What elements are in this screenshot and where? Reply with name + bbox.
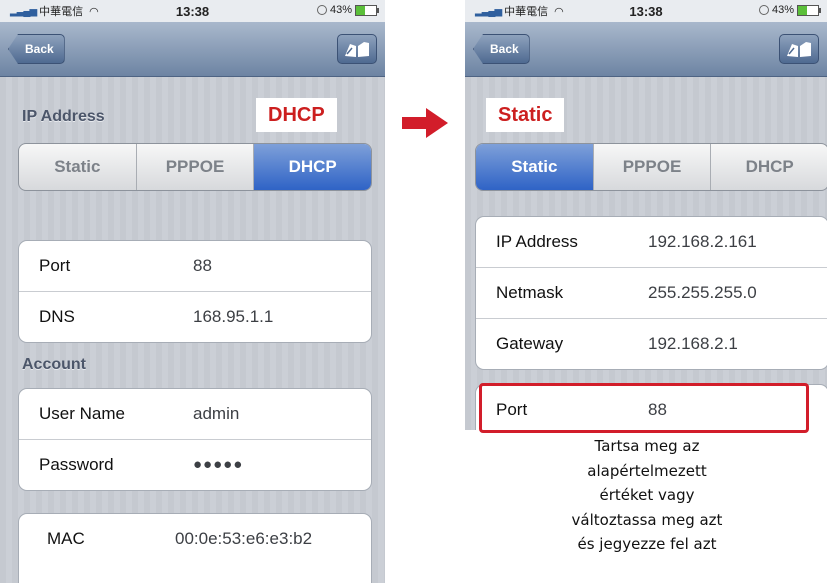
device-info-group: MAC 00:0e:53:e6:e3:b2 bbox=[18, 513, 372, 583]
wifi-icon: ◠ bbox=[554, 5, 564, 18]
back-button[interactable]: Back bbox=[8, 34, 65, 64]
signal-icon: ▂▃▄▅ bbox=[475, 5, 502, 17]
phone-screen-static: ▂▃▄▅ 中華電信 ◠ 13:38 43% Back Static PPPOE … bbox=[465, 0, 827, 430]
battery-icon bbox=[355, 4, 379, 16]
mac-label: MAC bbox=[47, 529, 85, 548]
segment-static[interactable]: Static bbox=[19, 144, 137, 190]
ip-address-value: 192.168.2.161 bbox=[648, 232, 757, 251]
note-line: és jegyezze fel azt bbox=[577, 535, 717, 553]
static-mode-callout: Static bbox=[486, 98, 565, 132]
dns-row[interactable]: DNS 168.95.1.1 bbox=[19, 292, 371, 342]
help-book-button[interactable] bbox=[779, 34, 819, 64]
segment-pppoe[interactable]: PPPOE bbox=[137, 144, 255, 190]
note-line: Tartsa meg az bbox=[594, 437, 700, 455]
static-ip-group: IP Address 192.168.2.161 Netmask 255.255… bbox=[475, 216, 827, 370]
section-title-ip-address: IP Address bbox=[22, 108, 105, 125]
port-value: 88 bbox=[193, 256, 212, 275]
port-row[interactable]: Port 88 bbox=[19, 241, 371, 292]
note-line: változtassa meg azt bbox=[571, 510, 723, 529]
phone-screen-dhcp: ▂▃▄▅ 中華電信 ◠ 13:38 43% Back IP Address St… bbox=[0, 0, 385, 583]
navigation-bar: Back bbox=[465, 22, 827, 77]
note-line: értéket vagy bbox=[599, 486, 695, 504]
alarm-icon bbox=[316, 5, 327, 15]
dhcp-mode-callout: DHCP bbox=[256, 98, 337, 132]
username-label: User Name bbox=[39, 404, 125, 423]
gateway-label: Gateway bbox=[496, 334, 564, 353]
mac-row: MAC 00:0e:53:e6:e3:b2 bbox=[19, 514, 371, 564]
status-bar: ▂▃▄▅ 中華電信 ◠ 13:38 43% bbox=[0, 0, 385, 22]
status-bar: ▂▃▄▅ 中華電信 ◠ 13:38 43% bbox=[465, 0, 827, 22]
gateway-value: 192.168.2.1 bbox=[648, 334, 738, 353]
back-button[interactable]: Back bbox=[473, 34, 530, 64]
book-icon bbox=[787, 42, 811, 57]
segment-dhcp[interactable]: DHCP bbox=[254, 144, 371, 190]
connection-type-segmented-control: Static PPPOE DHCP bbox=[475, 143, 827, 191]
dns-value: 168.95.1.1 bbox=[193, 307, 274, 326]
mac-value: 00:0e:53:e6:e3:b2 bbox=[175, 529, 313, 548]
username-row[interactable]: User Name admin bbox=[19, 389, 371, 440]
help-book-button[interactable] bbox=[337, 34, 377, 64]
battery-icon bbox=[797, 4, 821, 16]
password-label: Password bbox=[39, 455, 114, 474]
carrier-label: 中華電信 bbox=[39, 5, 84, 18]
ip-address-label: IP Address bbox=[496, 232, 578, 251]
password-row[interactable]: Password ●●●●● bbox=[19, 440, 371, 490]
signal-icon: ▂▃▄▅ bbox=[10, 5, 37, 17]
connection-type-segmented-control: Static PPPOE DHCP bbox=[18, 143, 372, 191]
port-label: Port bbox=[39, 256, 71, 275]
dns-label: DNS bbox=[39, 307, 75, 326]
netmask-row[interactable]: Netmask 255.255.255.0 bbox=[476, 268, 827, 319]
carrier-label: 中華電信 bbox=[504, 5, 549, 18]
port-instruction-note: Tartsa meg az alapértelmezett értéket va… bbox=[487, 434, 807, 557]
netmask-label: Netmask bbox=[496, 283, 564, 302]
note-line: alapértelmezett bbox=[587, 461, 707, 480]
username-value: admin bbox=[193, 404, 240, 423]
battery-percent: 43% bbox=[771, 4, 794, 16]
segment-static[interactable]: Static bbox=[476, 144, 594, 190]
account-group: User Name admin Password ●●●●● bbox=[18, 388, 372, 491]
password-value: ●●●●● bbox=[193, 456, 244, 473]
ip-address-row[interactable]: IP Address 192.168.2.161 bbox=[476, 217, 827, 268]
segment-pppoe[interactable]: PPPOE bbox=[594, 144, 712, 190]
segment-dhcp[interactable]: DHCP bbox=[711, 144, 827, 190]
wifi-icon: ◠ bbox=[89, 5, 99, 18]
gateway-row[interactable]: Gateway 192.168.2.1 bbox=[476, 319, 827, 369]
navigation-bar: Back bbox=[0, 22, 385, 77]
netmask-value: 255.255.255.0 bbox=[648, 283, 757, 302]
port-highlight-box bbox=[479, 383, 809, 433]
alarm-icon bbox=[758, 5, 769, 15]
arrow-right-icon bbox=[402, 108, 448, 138]
book-icon bbox=[345, 42, 369, 57]
battery-percent: 43% bbox=[329, 4, 352, 16]
port-dns-group: Port 88 DNS 168.95.1.1 bbox=[18, 240, 372, 343]
section-title-account: Account bbox=[22, 356, 86, 373]
